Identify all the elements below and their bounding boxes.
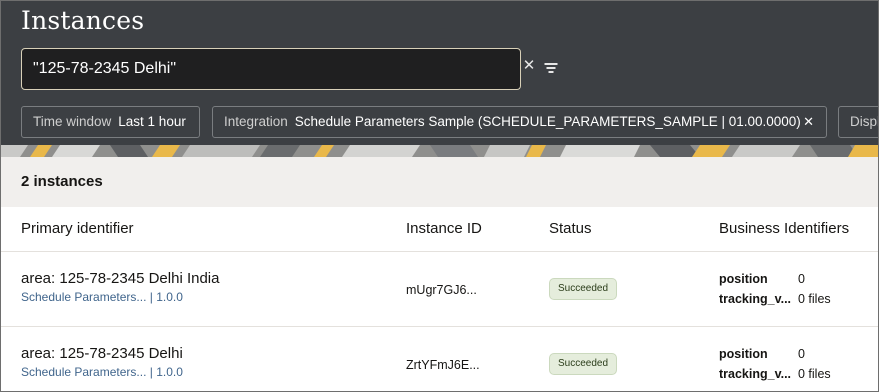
business-identifier-key: position	[719, 272, 768, 286]
business-identifier-value: 0	[798, 347, 805, 361]
business-identifier-key: tracking_v...	[719, 292, 792, 306]
status-badge: Succeeded	[549, 353, 618, 375]
page-title: Instances	[21, 6, 145, 35]
filter-icon[interactable]	[544, 62, 558, 74]
table-row[interactable]: area: 125-78-2345 Delhi India Schedule P…	[0, 252, 879, 326]
chip-value: Schedule Parameters Sample (SCHEDULE_PAR…	[294, 114, 801, 129]
integration-chip[interactable]: Integration Schedule Parameters Sample (S…	[212, 106, 827, 138]
business-identifier-value: 0	[798, 272, 805, 286]
integration-link[interactable]: Schedule Parameters... | 1.0.0	[21, 365, 183, 379]
results-summary: 2 instances	[0, 157, 879, 207]
chip-label: Displ	[850, 114, 879, 129]
column-header-primary-identifier[interactable]: Primary identifier	[21, 220, 134, 237]
chip-value: Last 1 hour	[118, 114, 186, 129]
instance-id[interactable]: mUgr7GJ6...	[406, 283, 477, 297]
search-box[interactable]	[21, 48, 521, 90]
business-identifier-value: 0 files	[798, 292, 831, 306]
search-input[interactable]	[33, 49, 513, 88]
business-identifier-key: position	[719, 347, 768, 361]
primary-identifier: area: 125-78-2345 Delhi India	[21, 270, 220, 287]
column-header-status[interactable]: Status	[549, 220, 592, 237]
table-row[interactable]: area: 125-78-2345 Delhi Schedule Paramet…	[0, 327, 879, 392]
page-header: Instances ✕ Time window Last 1 hour Integ…	[0, 0, 879, 157]
status-badge: Succeeded	[549, 278, 618, 300]
decorative-banner	[0, 145, 879, 157]
column-header-instance-id[interactable]: Instance ID	[406, 220, 482, 237]
chip-label: Integration	[224, 114, 288, 129]
integration-link[interactable]: Schedule Parameters... | 1.0.0	[21, 290, 183, 304]
display-chip[interactable]: Displ	[838, 106, 879, 138]
close-icon[interactable]: ✕	[522, 58, 536, 74]
business-identifier-key: tracking_v...	[719, 367, 792, 381]
integration-name[interactable]: Schedule Parameters...	[21, 365, 146, 379]
instance-count: 2 instances	[21, 173, 103, 190]
integration-name[interactable]: Schedule Parameters...	[21, 290, 146, 304]
time-window-chip[interactable]: Time window Last 1 hour	[21, 106, 200, 138]
integration-version: | 1.0.0	[149, 290, 183, 304]
integration-version: | 1.0.0	[149, 365, 183, 379]
primary-identifier: area: 125-78-2345 Delhi	[21, 345, 183, 362]
chip-label: Time window	[33, 114, 112, 129]
instance-id[interactable]: ZrtYFmJ6E...	[406, 358, 480, 372]
chip-close-icon[interactable]: ✕	[803, 107, 814, 137]
column-header-business-identifiers[interactable]: Business Identifiers	[719, 220, 849, 237]
business-identifier-value: 0 files	[798, 367, 831, 381]
